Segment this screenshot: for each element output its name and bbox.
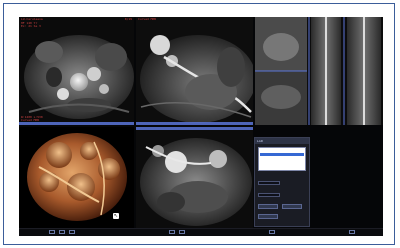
- orientation-marker[interactable]: ↖: [113, 213, 119, 219]
- curved-mpr-scale-bar: [136, 122, 253, 125]
- axial-vessel-image: [136, 127, 253, 229]
- panel-field-input[interactable]: [258, 193, 280, 197]
- viewer-status-bar: [19, 228, 383, 236]
- export-icon[interactable]: [349, 230, 355, 234]
- axial-view-pane[interactable]: LU.Ceruleana HF 140 Yr Ex: 21 Se 3 0/19 …: [19, 17, 134, 125]
- panel-button-3[interactable]: [258, 214, 278, 219]
- measure-icon[interactable]: [269, 230, 275, 234]
- straightened-vessel-pane[interactable]: [255, 17, 383, 125]
- vessel-list-item[interactable]: [260, 156, 304, 160]
- straightened-vessel-image: [255, 17, 383, 125]
- curved-mpr-pane[interactable]: Curved MPR: [136, 17, 253, 125]
- axial-scale-bar: [19, 122, 134, 125]
- vessel-list[interactable]: [258, 147, 306, 171]
- grid-icon[interactable]: [69, 230, 75, 234]
- vessel-analysis-panel: LAD: [254, 137, 310, 227]
- image-frame: LU.Ceruleana HF 140 Yr Ex: 21 Se 3 0/19 …: [3, 3, 395, 245]
- cardiac-ct-viewer: LU.Ceruleana HF 140 Yr Ex: 21 Se 3 0/19 …: [19, 17, 383, 236]
- axial-vessel-pane[interactable]: [136, 127, 253, 229]
- zoom-icon[interactable]: [169, 230, 175, 234]
- panel-field-input[interactable]: [258, 181, 280, 185]
- save-icon[interactable]: [49, 230, 55, 234]
- volume-render-pane[interactable]: ↖: [19, 127, 134, 229]
- axial-slice-image: [19, 17, 134, 125]
- curved-mpr-image: [136, 17, 253, 125]
- print-icon[interactable]: [59, 230, 65, 234]
- axial-vessel-scale-bar: [136, 127, 253, 130]
- panel-button-2[interactable]: [282, 204, 302, 209]
- panel-button-1[interactable]: [258, 204, 278, 209]
- panel-title: LAD: [255, 138, 309, 144]
- window-icon[interactable]: [179, 230, 185, 234]
